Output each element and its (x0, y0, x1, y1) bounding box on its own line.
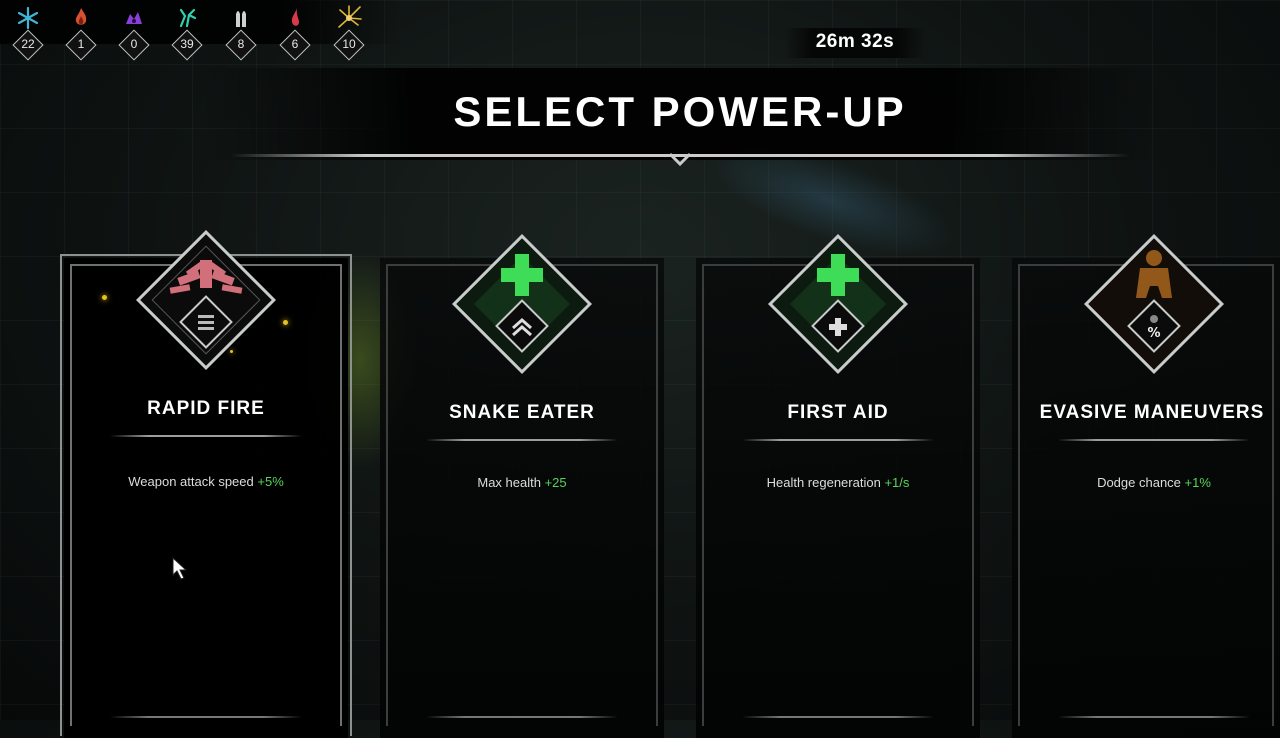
rapid-fire-emblem-icon (135, 229, 277, 371)
bullet-icon (227, 4, 255, 32)
resource-count: 6 (291, 37, 299, 51)
card-title: FIRST AID (787, 402, 889, 423)
svg-text:%: % (1147, 326, 1160, 341)
card-description: Max health +25 (380, 475, 664, 490)
card-title: EVASIVE MANEUVERS (1039, 402, 1265, 423)
flame-icon (67, 4, 95, 32)
evasive-maneuvers-emblem-icon: % (1083, 233, 1225, 375)
stat-label: Dodge chance (1097, 475, 1181, 490)
resource-frost: 22 (8, 4, 48, 66)
sparkle-particle (230, 350, 233, 353)
powerup-card-snake-eater[interactable]: SNAKE EATER Max health +25 (380, 233, 664, 738)
stat-bonus: +1/s (884, 475, 910, 490)
resource-count: 10 (342, 37, 356, 51)
resource-count: 39 (180, 37, 194, 51)
title-notch-icon (668, 152, 692, 167)
toxic-icon (173, 4, 201, 32)
first-aid-emblem-icon (767, 233, 909, 375)
resource-lightning: 10 (329, 4, 369, 66)
card-title: RAPID FIRE (147, 398, 265, 419)
ammo-icon (198, 315, 214, 330)
powerup-card-first-aid[interactable]: FIRST AID Health regeneration +1/s (696, 233, 980, 738)
card-title: SNAKE EATER (449, 402, 595, 423)
resource-count: 0 (130, 37, 138, 51)
blood-icon (281, 4, 309, 32)
run-timer: 26m 32s (785, 28, 925, 58)
title-banner: SELECT POWER-UP (200, 68, 1160, 160)
resource-blood: 6 (275, 4, 315, 66)
resource-void: 0 (114, 4, 154, 66)
resource-count: 1 (77, 37, 85, 51)
stat-label: Weapon attack speed (128, 474, 254, 489)
stat-label: Health regeneration (766, 475, 881, 490)
resource-flame: 1 (61, 4, 101, 66)
page-title: SELECT POWER-UP (453, 88, 907, 135)
resource-count: 8 (237, 37, 245, 51)
powerup-card-rapid-fire[interactable]: RAPID FIRE Weapon attack speed +5% (60, 229, 352, 738)
sparkle-particle (102, 295, 107, 300)
resource-toxic: 39 (167, 4, 207, 66)
snake-eater-emblem-icon (451, 233, 593, 375)
sparkle-particle (283, 320, 288, 325)
stat-bonus: +1% (1184, 475, 1211, 490)
card-description: Weapon attack speed +5% (64, 474, 348, 489)
stat-bonus: +5% (257, 474, 284, 489)
void-icon (120, 4, 148, 32)
card-description: Health regeneration +1/s (696, 475, 980, 490)
timer-text: 26m 32s (815, 31, 895, 52)
card-description: Dodge chance +1% (1012, 475, 1280, 490)
stat-label: Max health (477, 475, 541, 490)
mouse-cursor-icon (172, 557, 188, 580)
stat-bonus: +25 (544, 475, 567, 490)
resource-count: 22 (21, 37, 35, 51)
resource-bar: 22 1 0 39 8 6 10 (0, 0, 400, 51)
powerup-card-evasive-maneuvers[interactable]: % EVASIVE MANEUVERS Dodge chance +1% (1012, 233, 1280, 738)
resource-ammo: 8 (221, 4, 261, 66)
lightning-icon (335, 4, 363, 32)
frost-icon (14, 4, 42, 32)
